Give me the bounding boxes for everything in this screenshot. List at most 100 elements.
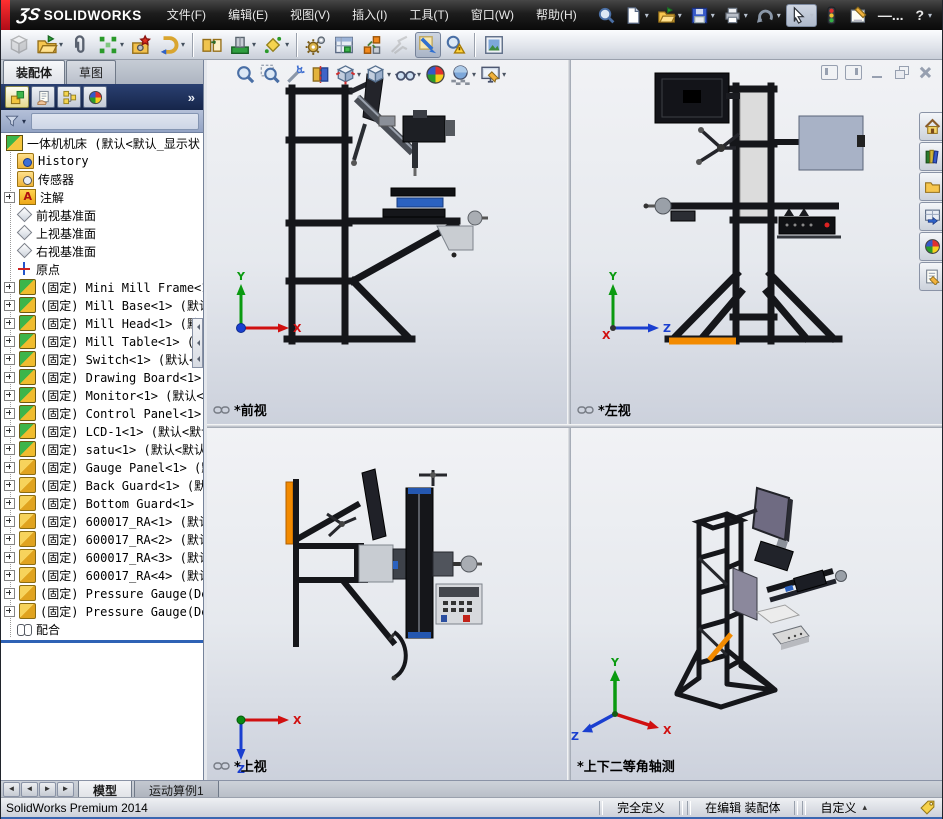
status-custom-expand-icon[interactable]: ▴ bbox=[862, 802, 867, 813]
filter-dropdown[interactable]: ▾ bbox=[22, 117, 26, 126]
display-style-dropdown[interactable]: ▾ bbox=[387, 70, 391, 79]
tree-item[interactable]: 注解 bbox=[1, 188, 203, 206]
expander-icon[interactable] bbox=[4, 461, 15, 473]
edit-appearance-button[interactable] bbox=[423, 62, 448, 87]
hide-show-items-dropdown[interactable]: ▾ bbox=[417, 70, 421, 79]
reference-geometry-dropdown[interactable]: ▾ bbox=[285, 40, 289, 49]
viewport-vertical-splitter[interactable] bbox=[567, 60, 571, 780]
nav-prev-button[interactable]: ◄ bbox=[21, 782, 38, 797]
file-explorer-button[interactable] bbox=[919, 172, 942, 201]
hide-show-items-button[interactable]: ▾ bbox=[393, 62, 423, 87]
expander-icon[interactable] bbox=[4, 605, 15, 617]
tree-item[interactable]: 配合 bbox=[1, 620, 203, 638]
tree-item[interactable]: (固定) 600017_RA<4> (默认 bbox=[1, 566, 203, 584]
tree-item[interactable]: (固定) Mill Table<1> (默认 bbox=[1, 332, 203, 350]
doc-restore[interactable] bbox=[893, 65, 910, 80]
configurationmanager-tab-button[interactable] bbox=[57, 86, 81, 108]
zoom-to-area-button[interactable] bbox=[258, 62, 283, 87]
undo-dropdown[interactable]: ▾ bbox=[777, 11, 781, 20]
rebuild-button[interactable] bbox=[819, 4, 844, 27]
nav-first-button[interactable]: ◄ bbox=[3, 782, 20, 797]
print-dropdown[interactable]: ▾ bbox=[744, 11, 748, 20]
expander-icon[interactable] bbox=[4, 497, 15, 509]
tree-item[interactable]: (固定) Bottom Guard<1> (默 bbox=[1, 494, 203, 512]
help-button[interactable]: ? ▾ bbox=[910, 5, 935, 25]
insert-components-dropdown[interactable]: ▾ bbox=[59, 40, 63, 49]
tree-item[interactable]: (固定) Mill Base<1> (默认< bbox=[1, 296, 203, 314]
preview-window-button[interactable] bbox=[481, 32, 507, 58]
assembly-features-button[interactable]: ▾ bbox=[227, 32, 258, 58]
menu-item[interactable]: 文件(F) bbox=[156, 0, 217, 30]
tree-item[interactable]: (固定) 600017_RA<1> (默认 bbox=[1, 512, 203, 530]
pane-expand-chevron[interactable]: » bbox=[188, 90, 199, 105]
tree-root[interactable]: 一体机机床 (默认<默认_显示状 bbox=[1, 134, 203, 152]
expander-icon[interactable] bbox=[4, 515, 15, 527]
options-button[interactable] bbox=[846, 4, 871, 27]
assembly-features-dropdown[interactable]: ▾ bbox=[252, 40, 256, 49]
tree-item[interactable]: 前视基准面 bbox=[1, 206, 203, 224]
print-button[interactable]: ▾ bbox=[720, 4, 751, 27]
insert-components-button[interactable]: ▾ bbox=[34, 32, 65, 58]
tree-item[interactable]: (固定) 600017_RA<3> (默认 bbox=[1, 548, 203, 566]
nav-next-button[interactable]: ► bbox=[39, 782, 56, 797]
tree-item[interactable]: (固定) Gauge Panel<1> (默 bbox=[1, 458, 203, 476]
tree-item[interactable]: 上视基准面 bbox=[1, 224, 203, 242]
view-palette-button[interactable] bbox=[919, 202, 942, 231]
view-orientation-dropdown[interactable]: ▾ bbox=[357, 70, 361, 79]
select-button[interactable]: ▾ bbox=[785, 3, 817, 27]
save-button[interactable]: ▾ bbox=[687, 4, 718, 27]
menu-item[interactable]: 窗口(W) bbox=[460, 0, 525, 30]
mate-button[interactable] bbox=[67, 32, 93, 58]
tree-item[interactable]: History bbox=[1, 152, 203, 170]
select-dropdown[interactable]: ▾ bbox=[810, 11, 814, 20]
linear-component-pattern-button[interactable]: ▾ bbox=[95, 32, 126, 58]
instant3d-button[interactable] bbox=[415, 31, 442, 58]
tag-icon[interactable] bbox=[919, 799, 936, 816]
open-file-dropdown[interactable]: ▾ bbox=[678, 11, 682, 20]
tree-item[interactable]: (固定) Back Guard<1> (默认 bbox=[1, 476, 203, 494]
menu-item[interactable]: 视图(V) bbox=[279, 0, 341, 30]
show-hidden-components-button[interactable] bbox=[199, 32, 225, 58]
menu-item[interactable]: 工具(T) bbox=[398, 0, 459, 30]
expander-icon[interactable] bbox=[4, 353, 15, 365]
new-file-button[interactable]: ▾ bbox=[621, 4, 652, 27]
expander-icon[interactable] bbox=[4, 551, 15, 563]
viewport-isometric[interactable]: Y X Z *上下二等角轴测 bbox=[571, 428, 942, 780]
tree-item[interactable]: (固定) Pressure Gauge(Def bbox=[1, 584, 203, 602]
tree-item[interactable]: (固定) Mill Head<1> (默认< bbox=[1, 314, 203, 332]
menu-item[interactable]: 帮助(H) bbox=[525, 0, 588, 30]
custom-properties-button[interactable] bbox=[919, 262, 942, 291]
viewport-horizontal-splitter[interactable] bbox=[207, 424, 942, 428]
expander-icon[interactable] bbox=[4, 569, 15, 581]
move-component-dropdown[interactable]: ▾ bbox=[181, 40, 185, 49]
expander-icon[interactable] bbox=[4, 587, 15, 599]
new-file-dropdown[interactable]: ▾ bbox=[645, 11, 649, 20]
save-dropdown[interactable]: ▾ bbox=[711, 11, 715, 20]
filter-icon[interactable] bbox=[5, 114, 19, 128]
expander-icon[interactable] bbox=[4, 479, 15, 491]
toolbar-overflow-button[interactable]: —... bbox=[873, 5, 909, 25]
propertymanager-tab-button[interactable] bbox=[31, 86, 55, 108]
tree-item[interactable]: 传感器 bbox=[1, 170, 203, 188]
viewport-front[interactable]: Y X *前视 bbox=[207, 60, 567, 424]
filter-input[interactable] bbox=[31, 112, 199, 130]
rollback-bar[interactable] bbox=[1, 640, 203, 643]
tab-assembly[interactable]: 装配体 bbox=[3, 60, 66, 84]
solidworks-resources-button[interactable] bbox=[919, 112, 942, 141]
expander-icon[interactable] bbox=[4, 281, 15, 293]
linear-component-pattern-dropdown[interactable]: ▾ bbox=[120, 40, 124, 49]
smart-fasteners-button[interactable] bbox=[128, 32, 154, 58]
expander-icon[interactable] bbox=[4, 389, 15, 401]
design-library-button[interactable] bbox=[919, 142, 942, 171]
nav-last-button[interactable]: ► bbox=[57, 782, 74, 797]
expander-icon[interactable] bbox=[4, 443, 15, 455]
section-view-button[interactable] bbox=[308, 62, 333, 87]
expander-icon[interactable] bbox=[4, 425, 15, 437]
viewport-right-toggle[interactable] bbox=[845, 65, 862, 80]
previous-view-button[interactable] bbox=[283, 62, 308, 87]
menu-item[interactable]: 插入(I) bbox=[341, 0, 398, 30]
tree-item[interactable]: 右视基准面 bbox=[1, 242, 203, 260]
doc-minimize[interactable] bbox=[869, 65, 886, 80]
viewport-left-toggle[interactable] bbox=[821, 65, 838, 80]
doc-close[interactable] bbox=[917, 65, 934, 80]
